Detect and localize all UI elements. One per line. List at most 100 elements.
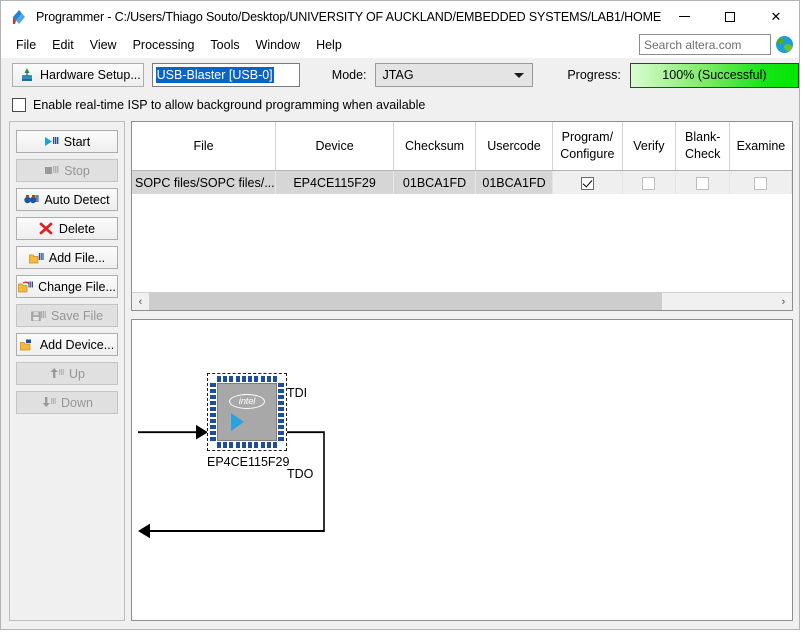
blank-check-checkbox[interactable] <box>696 176 710 190</box>
cell-file[interactable]: SOPC files/SOPC files/... <box>132 170 277 194</box>
table-horizontal-scrollbar[interactable]: ‹ › <box>132 292 792 310</box>
device-table: File Device Checksum Usercode Program/ C… <box>132 122 792 194</box>
column-header-checksum[interactable]: Checksum <box>393 122 477 171</box>
maximize-icon <box>725 11 735 22</box>
binoculars-icon <box>24 193 39 207</box>
move-down-button[interactable]: Down <box>16 391 118 414</box>
add-file-icon <box>29 251 44 265</box>
stop-button[interactable]: Stop <box>16 159 118 182</box>
hardware-setup-button[interactable]: Hardware Setup... <box>12 63 144 87</box>
change-file-label: Change File... <box>38 279 116 294</box>
scroll-track[interactable] <box>149 293 775 310</box>
chip-pins-top <box>217 376 277 382</box>
column-header-usercode[interactable]: Usercode <box>475 122 553 171</box>
add-file-button[interactable]: Add File... <box>16 246 118 269</box>
program-configure-checkbox[interactable] <box>580 176 594 190</box>
minimize-icon <box>678 16 690 17</box>
menu-item-view[interactable]: View <box>82 35 125 55</box>
scroll-thumb[interactable] <box>149 293 663 310</box>
save-file-button[interactable]: Save File <box>16 304 118 327</box>
cable-input[interactable]: USB-Blaster [USB-0] <box>151 63 300 87</box>
close-button[interactable]: ✕ <box>753 1 799 32</box>
add-device-button[interactable]: Add Device... <box>16 333 118 356</box>
add-device-label: Add Device... <box>39 337 115 352</box>
jtag-chain-panel[interactable]: TDI TDO intel EP4CE115F29 <box>131 319 793 621</box>
column-header-blank-check[interactable]: Blank- Check <box>675 122 731 171</box>
column-header-verify[interactable]: Verify <box>622 122 677 171</box>
delete-button[interactable]: Delete <box>16 217 118 240</box>
mode-value: JTAG <box>382 68 414 82</box>
device-chip[interactable]: intel EP4CE115F29 <box>207 373 290 469</box>
cell-program-configure[interactable] <box>552 170 623 194</box>
progress-value: 100% (Successful) <box>662 68 767 82</box>
realtime-isp-row: Enable real-time ISP to allow background… <box>1 92 799 117</box>
verify-checkbox[interactable] <box>642 176 656 190</box>
hardware-chip-icon <box>19 67 35 83</box>
change-file-button[interactable]: Change File... <box>16 275 118 298</box>
stop-icon <box>44 164 59 178</box>
delete-x-icon <box>39 222 54 236</box>
cell-blank-check[interactable] <box>675 170 731 194</box>
cable-value: USB-Blaster [USB-0] <box>155 67 274 83</box>
maximize-button[interactable] <box>707 1 753 32</box>
menu-item-window[interactable]: Window <box>248 35 308 55</box>
device-table-panel: File Device Checksum Usercode Program/ C… <box>131 121 793 311</box>
menu-item-help[interactable]: Help <box>308 35 350 55</box>
cell-device[interactable]: EP4CE115F29 <box>275 170 395 194</box>
intel-logo-icon: intel <box>229 394 265 409</box>
progress-bar: 100% (Successful) <box>629 62 799 88</box>
column-header-file[interactable]: File <box>132 122 277 171</box>
column-header-device[interactable]: Device <box>275 122 395 171</box>
cell-checksum[interactable]: 01BCA1FD <box>393 170 477 194</box>
start-button[interactable]: Start <box>16 130 118 153</box>
menu-item-edit[interactable]: Edit <box>44 35 82 55</box>
table-row[interactable]: SOPC files/SOPC files/... EP4CE115F29 01… <box>132 170 792 194</box>
cell-usercode[interactable]: 01BCA1FD <box>475 170 553 194</box>
cell-verify[interactable] <box>622 170 677 194</box>
auto-detect-button[interactable]: Auto Detect <box>16 188 118 211</box>
menu-item-file[interactable]: File <box>8 35 44 55</box>
column-header-examine[interactable]: Examine <box>729 122 792 171</box>
close-icon: ✕ <box>770 8 782 24</box>
add-file-label: Add File... <box>48 250 106 265</box>
arrow-up-icon <box>49 367 64 381</box>
realtime-isp-checkbox[interactable] <box>12 97 26 112</box>
hardware-toolbar: Hardware Setup... USB-Blaster [USB-0] Mo… <box>1 58 799 92</box>
search-area <box>639 34 793 55</box>
cell-examine[interactable] <box>729 170 792 194</box>
programmer-window: Programmer - C:/Users/Thiago Souto/Deskt… <box>0 0 800 630</box>
window-controls: ✕ <box>661 1 799 32</box>
menu-item-processing[interactable]: Processing <box>125 35 203 55</box>
minimize-button[interactable] <box>661 1 707 32</box>
window-title: Programmer - C:/Users/Thiago Souto/Deskt… <box>36 9 661 24</box>
chip-pins-bottom <box>217 442 277 448</box>
jtag-chain-wiring <box>138 424 325 539</box>
mode-label: Mode: <box>331 68 367 82</box>
hardware-setup-label: Hardware Setup... <box>40 68 141 82</box>
quartus-logo-icon <box>10 8 28 26</box>
chevron-down-icon <box>514 72 525 78</box>
table-empty-area <box>132 194 792 292</box>
tdi-label: TDI <box>287 386 308 400</box>
change-file-icon <box>18 280 34 294</box>
chip-pins-right <box>278 383 284 441</box>
right-pane: File Device Checksum Usercode Program/ C… <box>131 121 793 621</box>
examine-checkbox[interactable] <box>754 176 768 190</box>
start-label: Start <box>63 134 91 149</box>
scroll-left-button[interactable]: ‹ <box>132 293 149 310</box>
mode-select[interactable]: JTAG <box>374 63 534 87</box>
menu-item-tools[interactable]: Tools <box>202 35 247 55</box>
search-input[interactable] <box>639 34 771 55</box>
scroll-right-button[interactable]: › <box>775 293 792 310</box>
play-triangle-icon <box>231 413 244 431</box>
chip-device-label: EP4CE115F29 <box>207 455 290 469</box>
chip-body: intel <box>207 373 287 451</box>
chip-pins-left <box>210 383 216 441</box>
column-header-program-configure[interactable]: Program/ Configure <box>552 122 623 171</box>
realtime-isp-label: Enable real-time ISP to allow background… <box>33 97 426 112</box>
globe-icon[interactable] <box>776 36 793 53</box>
chip-die: intel <box>217 383 277 441</box>
add-device-icon <box>19 338 35 352</box>
move-up-button[interactable]: Up <box>16 362 118 385</box>
move-up-label: Up <box>69 366 85 381</box>
